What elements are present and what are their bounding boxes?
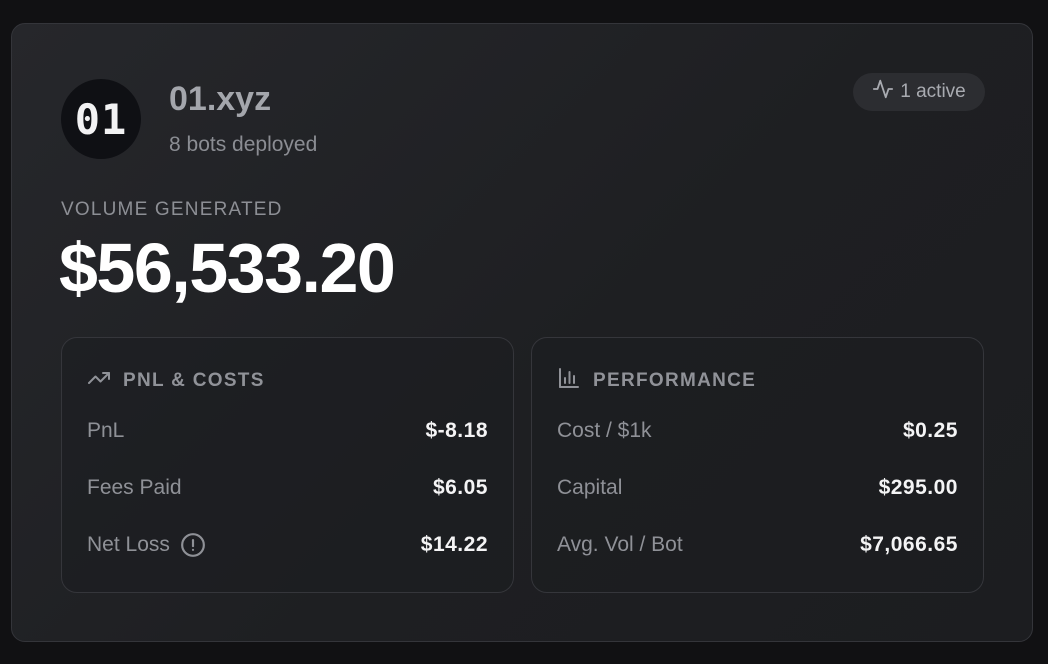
pnl-label: PnL	[87, 419, 125, 442]
pnl-costs-header: PNL & COSTS	[87, 366, 265, 396]
avg-vol-per-bot-row: Avg. Vol / Bot $7,066.65	[557, 530, 958, 560]
net-loss-value: $14.22	[420, 533, 488, 556]
cost-per-1k-row: Cost / $1k $0.25	[557, 416, 958, 446]
avg-vol-per-bot-label: Avg. Vol / Bot	[557, 533, 683, 556]
fees-paid-label: Fees Paid	[87, 476, 182, 499]
cost-per-1k-value: $0.25	[902, 419, 958, 442]
net-loss-label-group: Net Loss	[87, 532, 206, 558]
card-subtitle: 8 bots deployed	[169, 133, 318, 156]
card-title: 01.xyz	[169, 80, 272, 118]
avatar: 01	[61, 79, 141, 159]
avatar-text: 01	[74, 94, 128, 144]
pnl-costs-panel: PNL & COSTS PnL $-8.18 Fees Paid $6.05 N…	[61, 337, 514, 593]
net-loss-label: Net Loss	[87, 533, 170, 556]
exchange-card: 01 01.xyz 8 bots deployed 1 active VOLUM…	[11, 23, 1033, 642]
performance-panel: PERFORMANCE Cost / $1k $0.25 Capital $29…	[531, 337, 984, 593]
pnl-value: $-8.18	[425, 419, 488, 442]
status-badge-label: 1 active	[900, 81, 966, 102]
capital-value: $295.00	[878, 476, 958, 499]
performance-title: PERFORMANCE	[593, 370, 757, 391]
volume-label: VOLUME GENERATED	[61, 199, 283, 220]
status-badge: 1 active	[853, 73, 985, 111]
fees-paid-value: $6.05	[432, 476, 488, 499]
trending-up-icon	[87, 366, 111, 396]
pnl-costs-title: PNL & COSTS	[123, 370, 265, 391]
performance-header: PERFORMANCE	[557, 366, 756, 396]
avg-vol-per-bot-value: $7,066.65	[860, 533, 958, 556]
cost-per-1k-label: Cost / $1k	[557, 419, 652, 442]
fees-paid-row: Fees Paid $6.05	[87, 473, 488, 503]
capital-row: Capital $295.00	[557, 473, 958, 503]
pnl-row: PnL $-8.18	[87, 416, 488, 446]
volume-value: $56,533.20	[59, 229, 396, 307]
net-loss-row: Net Loss $14.22	[87, 530, 488, 560]
info-icon[interactable]	[180, 532, 206, 558]
bar-chart-icon	[557, 366, 581, 396]
activity-icon	[872, 78, 894, 106]
capital-label: Capital	[557, 476, 623, 499]
